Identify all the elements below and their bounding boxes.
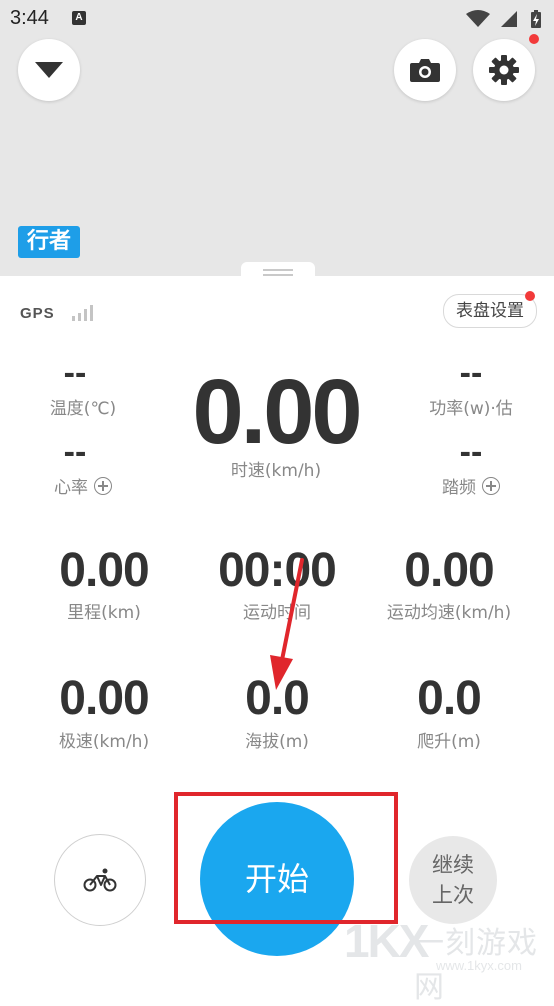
climb-value: 0.0 [417, 672, 482, 725]
handle-line [263, 269, 293, 271]
collapse-button[interactable] [18, 39, 80, 101]
altitude-label: 海拔(m) [245, 732, 309, 752]
status-time: 3:44 [10, 7, 49, 29]
triangle-down-icon [35, 62, 63, 78]
resume-line1: 继续 [432, 853, 474, 877]
altitude-value: 0.0 [245, 672, 310, 725]
handle-line [263, 274, 293, 276]
add-cadence-icon[interactable] [482, 477, 500, 495]
max-speed-value: 0.00 [59, 672, 149, 725]
site-watermark: 1KX 一刻游戏网 www.1kyx.com [344, 912, 554, 1005]
gps-signal-icon [72, 305, 93, 321]
sport-type-button[interactable] [54, 834, 146, 926]
gps-label: GPS [20, 305, 55, 322]
temperature-value: -- [63, 354, 87, 392]
watermark-url: www.1kyx.com [436, 958, 522, 973]
moving-time-label: 运动时间 [243, 603, 311, 623]
heart-rate-label: 心率 [54, 478, 88, 498]
dial-settings-notification-dot [525, 291, 535, 301]
cadence-label: 踏频 [442, 478, 476, 498]
speed-label: 时速(km/h) [230, 461, 322, 481]
cadence-field[interactable]: 踏频 [388, 473, 554, 498]
signal-icon [500, 10, 517, 27]
avg-speed-label: 运动均速(km/h) [386, 603, 512, 623]
distance-value: 0.00 [59, 544, 149, 597]
battery-charging-icon [531, 9, 541, 28]
avg-speed-value: 0.00 [404, 544, 494, 597]
settings-notification-dot [529, 34, 539, 44]
speed-value: 0.00 [192, 361, 362, 463]
resume-last-button[interactable]: 继续 上次 [409, 836, 497, 924]
climb-label: 爬升(m) [417, 732, 481, 752]
cadence-value: -- [459, 433, 483, 471]
power-value: -- [459, 354, 483, 392]
resume-line2: 上次 [432, 883, 474, 907]
camera-button[interactable] [394, 39, 456, 101]
moving-time-value: 00:00 [218, 544, 337, 597]
temperature-label: 温度(℃) [49, 399, 117, 419]
annotation-highlight-box [174, 792, 398, 924]
heart-rate-value: -- [63, 433, 87, 471]
camera-icon [410, 59, 440, 82]
settings-button[interactable] [473, 39, 535, 101]
app-logo: 行者 [18, 226, 80, 258]
wifi-icon [465, 9, 490, 27]
system-icons [465, 8, 542, 28]
status-bar: 3:44 A [0, 0, 554, 36]
gear-icon [489, 55, 519, 85]
max-speed-label: 极速(km/h) [58, 732, 150, 752]
heart-rate-field[interactable]: 心率 [0, 473, 166, 498]
distance-label: 里程(km) [67, 603, 141, 623]
dial-settings-button[interactable]: 表盘设置 [443, 294, 537, 328]
panel-drag-handle[interactable] [241, 262, 315, 280]
add-heart-rate-icon[interactable] [94, 477, 112, 495]
accessibility-badge-icon: A [72, 11, 86, 25]
map-area[interactable] [0, 0, 554, 276]
bicycle-icon [83, 868, 117, 892]
power-label: 功率(w)·估 [429, 399, 513, 419]
